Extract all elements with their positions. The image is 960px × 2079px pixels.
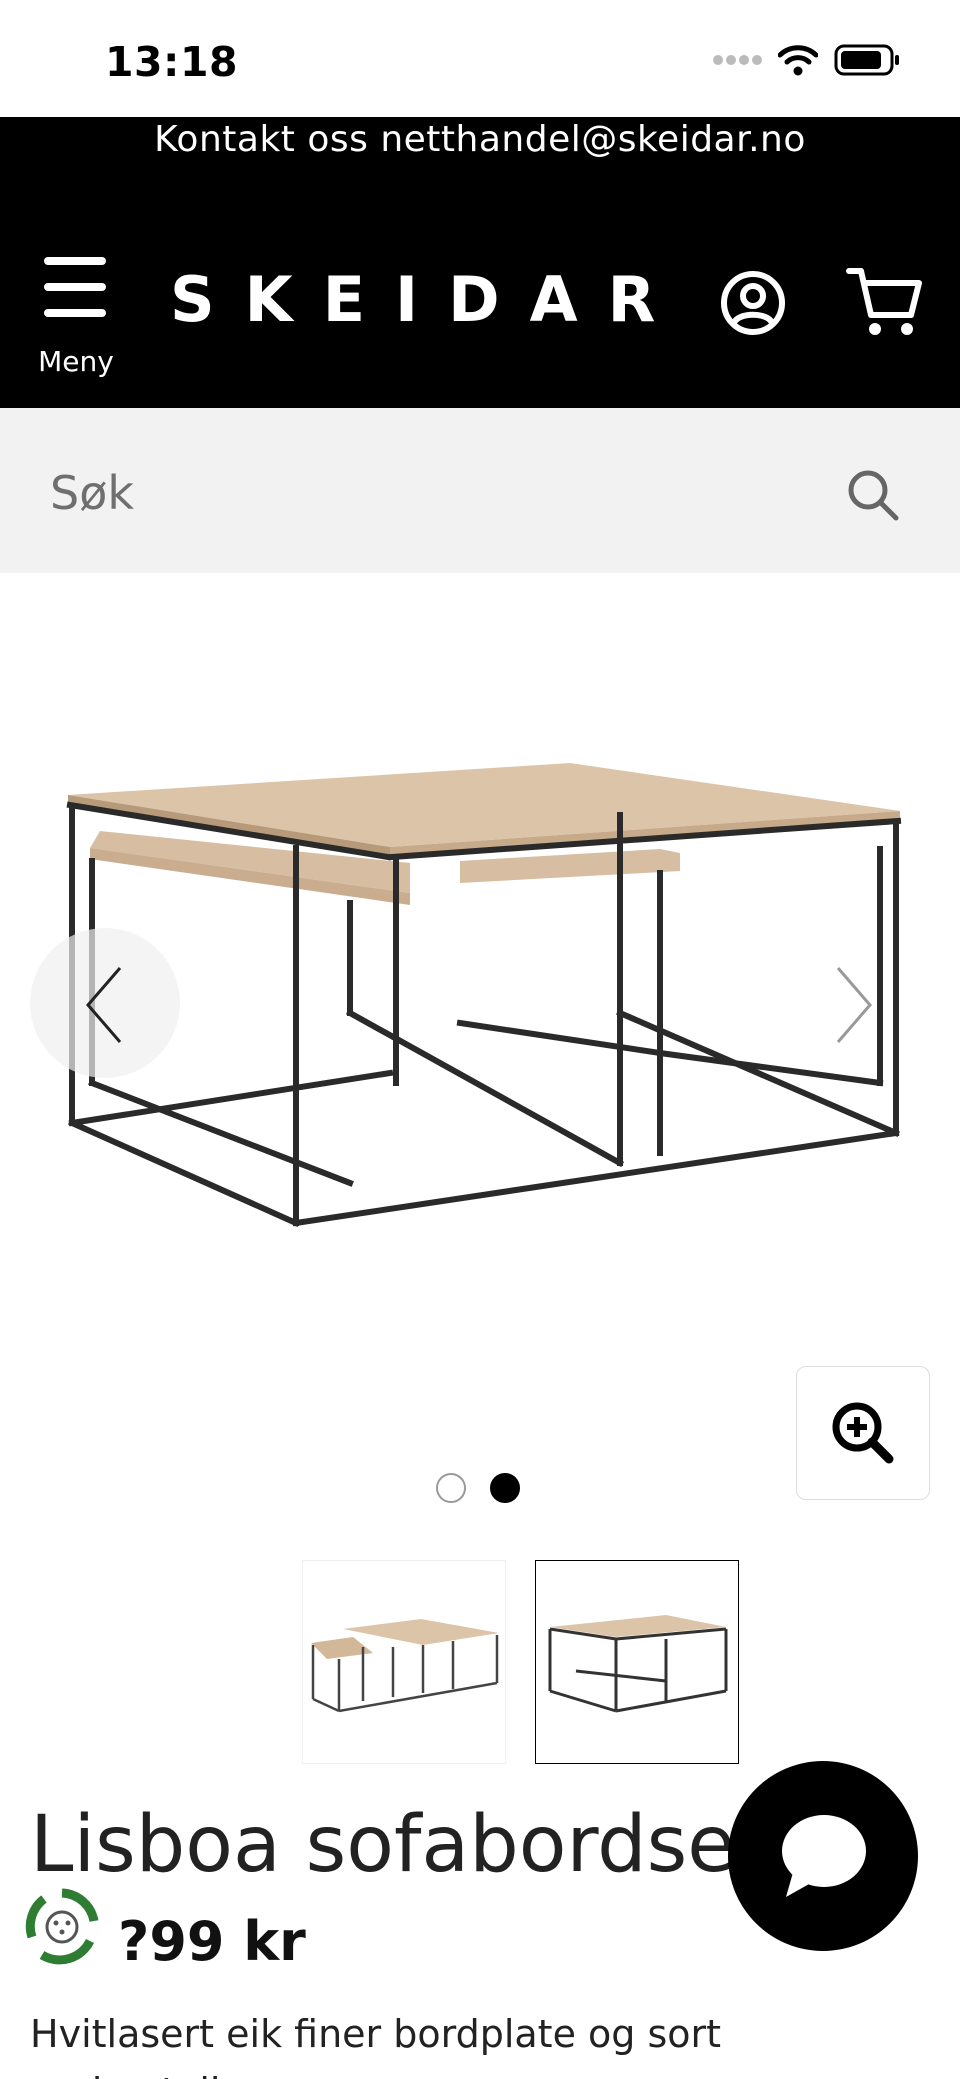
account-button[interactable] — [720, 270, 786, 336]
menu-button[interactable]: Meny — [30, 257, 122, 378]
product-description: Hvitlasert eik finer bordplate og sort u… — [30, 2012, 722, 2079]
product-price: ?99 kr — [118, 1910, 306, 1973]
contact-text[interactable]: Kontakt oss netthandel@skeidar.no — [0, 119, 960, 160]
zoom-button[interactable] — [796, 1366, 930, 1500]
logo[interactable]: SKEIDAR — [170, 263, 655, 336]
cart-button[interactable] — [845, 265, 925, 341]
search-input[interactable] — [50, 458, 810, 528]
gallery-dots — [436, 1473, 520, 1503]
search-bar — [0, 408, 960, 573]
battery-icon — [834, 44, 899, 76]
chevron-left-icon — [86, 967, 122, 1043]
eco-badge[interactable] — [20, 1885, 104, 1969]
menu-label: Meny — [38, 345, 114, 378]
contact-banner: Kontakt oss netthandel@skeidar.no — [0, 117, 960, 177]
prev-image-button[interactable] — [30, 928, 180, 1078]
product-gallery — [0, 573, 960, 1533]
thumbnail-1[interactable] — [302, 1560, 506, 1764]
search-icon[interactable] — [846, 468, 900, 522]
product-image[interactable] — [60, 753, 920, 1273]
status-icons — [712, 44, 900, 76]
signal-dots-icon — [713, 55, 762, 65]
status-time: 13:18 — [105, 38, 239, 86]
wifi-icon — [778, 45, 818, 76]
gallery-dot[interactable] — [436, 1473, 466, 1503]
site-header: Meny SKEIDAR — [0, 177, 960, 408]
chevron-right-icon — [836, 967, 872, 1043]
chat-bubble-icon — [782, 1815, 866, 1897]
status-bar: 13:18 — [0, 0, 960, 117]
next-image-button[interactable] — [800, 928, 950, 1078]
product-title: Lisboa sofabordsett — [30, 1800, 797, 1890]
chat-button[interactable] — [728, 1761, 918, 1951]
cart-icon — [846, 268, 922, 335]
account-icon — [721, 271, 785, 335]
thumbnail-2[interactable] — [535, 1560, 739, 1764]
recycle-icon — [22, 1887, 102, 1967]
gallery-dot-active[interactable] — [490, 1473, 520, 1503]
zoom-in-icon — [832, 1402, 894, 1464]
